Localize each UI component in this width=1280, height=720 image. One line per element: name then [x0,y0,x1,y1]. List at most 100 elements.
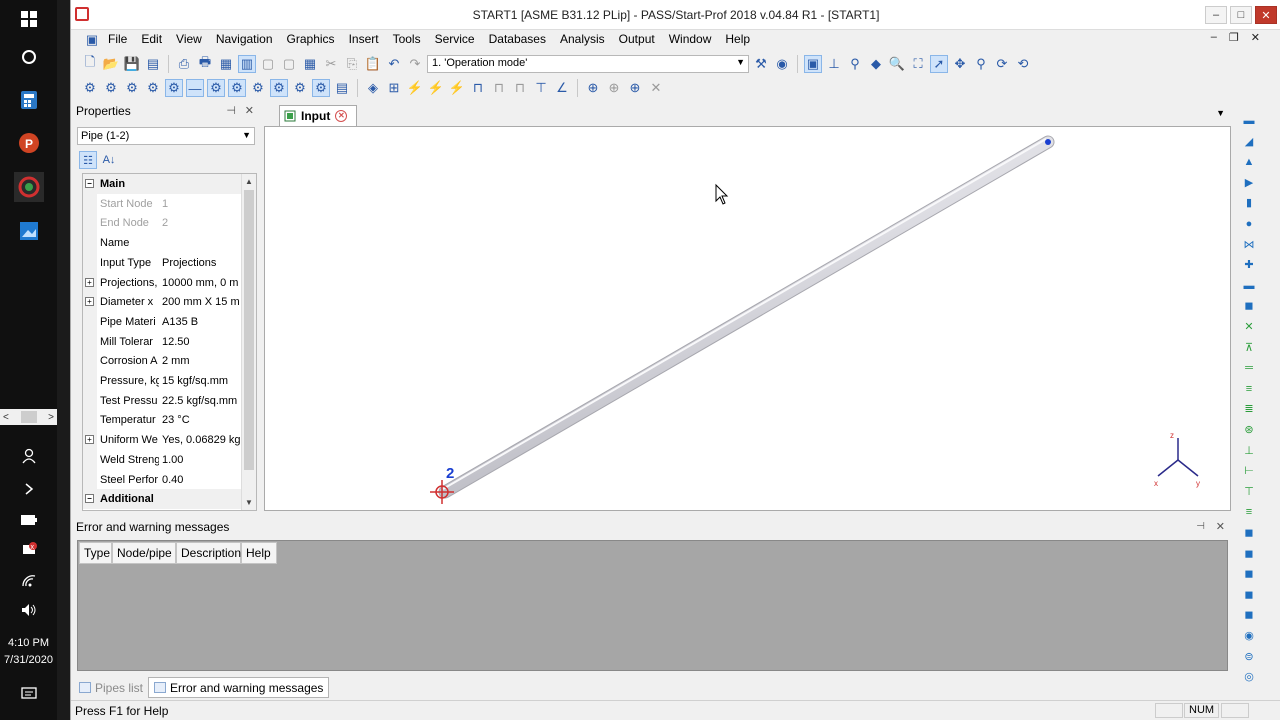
menu-output[interactable]: Output [612,30,662,50]
graphics-viewport[interactable]: 2 z x y [264,126,1231,511]
save-icon[interactable]: 💾 [123,55,141,73]
column-node-pipe[interactable]: Node/pipe [112,542,176,564]
menu-window[interactable]: Window [662,30,719,50]
property-row[interactable]: Mill Tolerar 12.50 [83,331,243,352]
menu-tools[interactable]: Tools [386,30,428,50]
property-category[interactable]: − Main [83,174,243,194]
menu-insert[interactable]: Insert [342,30,386,50]
pipe-tool-icon[interactable]: ⚙ [102,79,120,97]
people-icon[interactable] [14,441,44,471]
cube-view-icon[interactable]: ◆ [867,55,885,73]
pipe-tool-icon[interactable]: ⚙ [312,79,330,97]
help-globe-icon[interactable]: ◉ [773,55,791,73]
tab-pipes-list[interactable]: Pipes list [74,677,148,698]
property-value[interactable]: 23 °C [162,414,242,426]
support-tool-icon[interactable]: ⊓ [490,79,508,97]
element-insert-icon[interactable]: ≡ [1241,381,1257,397]
clock-date[interactable]: 7/31/2020 [0,654,57,666]
element-insert-icon[interactable]: ⊥ [1241,443,1257,459]
maximize-button[interactable]: □ [1230,6,1252,24]
element-insert-icon[interactable]: ◼ [1241,298,1257,314]
scroll-right-arrow[interactable]: > [48,412,54,423]
expand-icon[interactable]: + [85,435,94,445]
windows-start-icon[interactable] [14,4,44,34]
property-value[interactable]: 12.50 [162,336,242,348]
scroll-left-arrow[interactable]: < [3,412,9,423]
pipe-element[interactable] [438,135,1055,499]
pipe-tool-icon[interactable]: ⚙ [123,79,141,97]
menu-databases[interactable]: Databases [482,30,553,50]
property-row[interactable]: + Diameter x 200 mm X 15 m [83,292,243,313]
property-value[interactable]: 1.00 [162,454,242,466]
property-row[interactable]: Pipe Materi A135 B [83,311,243,332]
support-tool-icon[interactable]: ⊓ [511,79,529,97]
mdi-restore-icon[interactable]: ❐ [1229,31,1239,44]
element-insert-icon[interactable]: ≣ [1241,401,1257,417]
pin-icon[interactable]: ⊣ [1196,521,1205,532]
element-insert-icon[interactable]: ⊜ [1241,649,1257,665]
minimize-button[interactable]: – [1205,6,1227,24]
tabs-dropdown-icon[interactable]: ▼ [1216,108,1225,118]
scroll-up-arrow[interactable]: ▲ [242,174,256,189]
element-tool-icon[interactable]: ⚡ [406,79,424,97]
column-help[interactable]: Help [241,542,277,564]
element-insert-icon[interactable]: ◢ [1241,134,1257,150]
element-insert-icon[interactable]: ✚ [1241,257,1257,273]
property-value[interactable]: 200 mm X 15 m [162,296,242,308]
tee-tool-icon[interactable]: ⊤ [532,79,550,97]
property-row[interactable]: Pressure, kg 15 kgf/sq.mm [83,371,243,391]
scroll-thumb[interactable] [244,190,254,470]
element-tool-icon[interactable]: ⚡ [448,79,466,97]
expand-icon[interactable]: + [85,277,94,287]
tab-input[interactable]: Input ✕ [279,105,357,126]
categorized-view-icon[interactable]: ☷ [79,151,97,169]
redo-icon[interactable]: ↷ [406,55,424,73]
pin-icon[interactable]: ⊣ [226,104,236,117]
element-insert-icon[interactable]: ⊼ [1241,340,1257,356]
pipe-tool-icon[interactable]: ⚙ [144,79,162,97]
menu-edit[interactable]: Edit [134,30,169,50]
property-category[interactable]: − Additional [83,489,243,510]
close-window-button[interactable]: ✕ [1255,6,1277,24]
menu-service[interactable]: Service [428,30,482,50]
close-tab-icon[interactable]: ✕ [335,110,348,122]
property-row[interactable]: Input Type Projections [83,252,243,273]
element-insert-icon[interactable]: ● [1241,216,1257,232]
element-insert-icon[interactable]: ▶ [1241,175,1257,191]
property-value[interactable]: A135 B [162,316,242,328]
calculator-icon[interactable]: ▦ [301,55,319,73]
collapse-icon[interactable]: − [85,179,94,188]
save-as-icon[interactable]: ▤ [144,55,162,73]
element-insert-icon[interactable]: ▮ [1241,195,1257,211]
taskbar-scroll[interactable]: < > [0,409,57,425]
property-value[interactable]: 1 [162,198,242,210]
binoculars-icon[interactable]: ⚲ [846,55,864,73]
menu-file[interactable]: File [101,30,134,50]
close-icon[interactable]: ✕ [1216,520,1225,533]
close-icon[interactable]: ✕ [245,104,254,117]
property-value[interactable]: 0.40 [162,474,242,486]
node-tool-icon[interactable]: ◈ [364,79,382,97]
photos-app-icon[interactable] [14,216,44,246]
element-insert-icon[interactable]: ▬ [1241,278,1257,294]
property-value[interactable]: 15 kgf/sq.mm [162,375,242,387]
collapse-icon[interactable]: − [85,494,94,504]
app-menu-icon[interactable]: ▣ [83,31,101,49]
property-row[interactable]: + Projections, 10000 mm, 0 m [83,272,243,293]
element-insert-icon[interactable]: ═ [1241,360,1257,376]
insert-tool-icon[interactable]: ⊕ [584,79,602,97]
insert-tool-icon[interactable]: ⊕ [626,79,644,97]
mdi-minimize-icon[interactable]: – [1211,31,1217,44]
refresh-icon[interactable]: ⟲ [1014,55,1032,73]
property-value[interactable]: 2 mm [162,355,242,367]
object-select[interactable]: Pipe (1-2) ▼ [77,127,255,145]
copy-icon[interactable]: ⎘ [343,55,361,73]
element-insert-icon[interactable]: ◎ [1241,669,1257,685]
element-insert-icon[interactable]: ◼ [1241,525,1257,541]
wifi-icon[interactable] [14,566,44,596]
delete-icon[interactable]: ✕ [647,79,665,97]
print-preview-icon[interactable]: ⎙ [175,55,193,73]
pipe-tool-icon[interactable]: ⚙ [291,79,309,97]
view-layout-icon[interactable]: ▣ [804,55,822,73]
property-value[interactable]: 2 [162,217,242,229]
